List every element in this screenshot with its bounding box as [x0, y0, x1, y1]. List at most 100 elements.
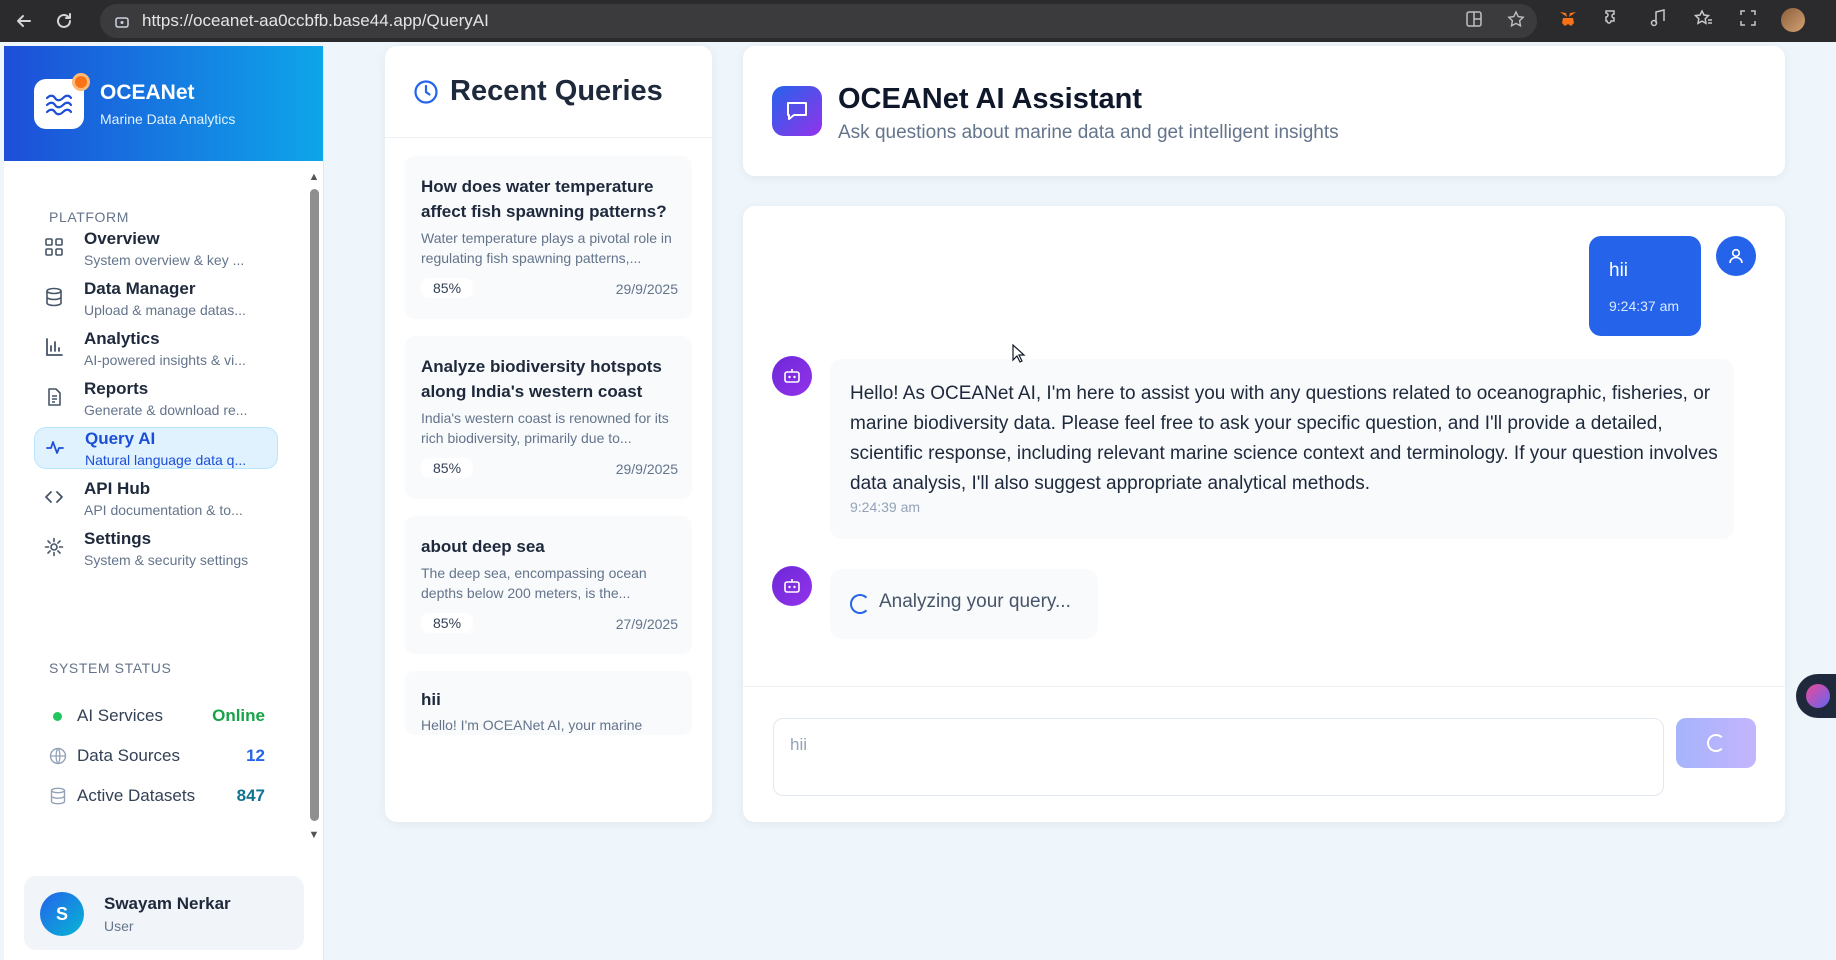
sidebar-item-query-ai[interactable]: Query AI Natural language data q... — [34, 427, 278, 469]
user-name: Swayam Nerkar — [104, 894, 231, 913]
scroll-up-icon[interactable]: ▲ — [308, 171, 320, 183]
chat-panel: hii 9:24:37 am Hello! As OCEANet AI, I'm… — [743, 206, 1785, 822]
screenshot-icon[interactable] — [1736, 8, 1760, 32]
grid-icon — [44, 237, 64, 257]
query-title: Analyze biodiversity hotspots along Indi… — [421, 357, 662, 401]
sidebar-item-data-manager[interactable]: Data Manager Upload & manage datas... — [34, 278, 278, 320]
query-snippet: Hello! I'm OCEANet AI, your marine — [421, 717, 643, 733]
mouse-cursor-icon — [1012, 344, 1026, 363]
recent-queries-header: Recent Queries — [385, 46, 712, 138]
sidebar-item-label: Settings — [84, 529, 152, 548]
query-title: about deep sea — [421, 537, 545, 556]
clock-icon — [413, 79, 439, 105]
query-card[interactable]: How does water temperature affect fish s… — [405, 156, 692, 319]
site-info-icon[interactable] — [114, 13, 130, 29]
confidence-badge: 85% — [421, 458, 474, 478]
sidebar-item-desc: System & security settings — [84, 552, 249, 568]
favorite-star-icon[interactable] — [1505, 10, 1527, 33]
sidebar-scroll-area: PLATFORM Overview System overview & key … — [4, 161, 316, 841]
chat-bubble-icon — [772, 86, 822, 136]
status-label: Active Datasets — [77, 786, 196, 805]
waves-logo-icon — [34, 72, 90, 129]
gear-icon — [44, 537, 64, 557]
status-value: 847 — [236, 786, 265, 805]
sidebar-item-overview[interactable]: Overview System overview & key ... — [34, 228, 278, 270]
extensions-icon[interactable] — [1601, 8, 1625, 32]
online-dot — [53, 712, 62, 721]
sidebar-item-label: Overview — [84, 229, 160, 248]
document-icon — [44, 387, 64, 407]
sidebar-item-desc: Generate & download re... — [84, 402, 248, 418]
sidebar-scrollbar[interactable]: ▲ ▼ — [308, 171, 320, 841]
sidebar: OCEANet Marine Data Analytics PLATFORM O… — [4, 46, 324, 960]
status-value: Online — [212, 706, 265, 725]
globe-icon — [49, 747, 67, 765]
back-arrow-icon[interactable] — [12, 9, 36, 33]
query-snippet: India's western coast is renowned for it… — [421, 410, 669, 446]
status-data-sources: Data Sources 12 — [49, 744, 265, 768]
thinking-text: Analyzing your query... — [879, 591, 1071, 612]
brain-icon — [1806, 684, 1830, 708]
sidebar-item-settings[interactable]: Settings System & security settings — [34, 528, 278, 570]
split-screen-icon[interactable] — [1463, 10, 1485, 33]
chat-input-box[interactable] — [773, 718, 1664, 796]
brand-subtitle: Marine Data Analytics — [100, 110, 236, 127]
scroll-thumb[interactable] — [310, 189, 319, 821]
brand-header[interactable]: OCEANet Marine Data Analytics — [4, 46, 323, 161]
status-label: Data Sources — [77, 746, 180, 765]
favorites-icon[interactable] — [1691, 8, 1715, 32]
sidebar-item-desc: Upload & manage datas... — [84, 302, 246, 318]
query-date: 27/9/2025 — [615, 616, 678, 632]
send-button[interactable] — [1676, 718, 1756, 768]
user-icon — [1716, 236, 1756, 276]
profile-avatar-icon[interactable] — [1781, 8, 1805, 32]
loading-spinner-icon — [1707, 734, 1725, 752]
sidebar-item-reports[interactable]: Reports Generate & download re... — [34, 378, 278, 420]
floating-assistant-button[interactable] — [1796, 674, 1836, 718]
sidebar-item-label: Reports — [84, 379, 149, 398]
query-title: How does water temperature affect fish s… — [421, 177, 667, 221]
reload-icon[interactable] — [52, 9, 76, 33]
query-snippet: The deep sea, encompassing ocean depths … — [421, 565, 647, 601]
status-active-datasets: Active Datasets 847 — [49, 784, 265, 808]
user-message-text: hii — [1609, 260, 1629, 281]
query-card[interactable]: about deep sea The deep sea, encompassin… — [405, 516, 692, 654]
media-control-icon[interactable] — [1646, 8, 1670, 32]
sidebar-item-api-hub[interactable]: API Hub API documentation & to... — [34, 478, 278, 520]
database-icon — [49, 787, 67, 805]
chat-input[interactable] — [790, 733, 1650, 757]
recent-queries-title: Recent Queries — [450, 75, 663, 107]
query-title: hii — [421, 690, 441, 709]
query-date: 29/9/2025 — [615, 461, 678, 477]
database-icon — [44, 287, 64, 307]
query-card[interactable]: hii Hello! I'm OCEANet AI, your marine — [405, 671, 692, 735]
sidebar-item-label: Data Manager — [84, 279, 196, 298]
confidence-badge: 85% — [421, 278, 474, 298]
sidebar-item-analytics[interactable]: Analytics AI-powered insights & vi... — [34, 328, 278, 370]
recent-queries-panel: Recent Queries How does water temperatur… — [385, 46, 712, 822]
loading-spinner-icon — [850, 594, 870, 614]
brand-title: OCEANet — [100, 80, 195, 104]
sidebar-item-desc: AI-powered insights & vi... — [84, 352, 246, 368]
user-profile-card[interactable]: S Swayam Nerkar User — [24, 876, 304, 950]
sidebar-item-desc: API documentation & to... — [84, 502, 243, 518]
assistant-subtitle: Ask questions about marine data and get … — [838, 122, 1339, 143]
bot-icon — [772, 356, 812, 396]
metamask-extension-icon[interactable] — [1556, 8, 1580, 32]
query-snippet: Water temperature plays a pivotal role i… — [421, 230, 672, 266]
query-card[interactable]: Analyze biodiversity hotspots along Indi… — [405, 336, 692, 499]
sidebar-item-label: API Hub — [84, 479, 151, 498]
address-bar[interactable]: https://oceanet-aa0ccbfb.base44.app/Quer… — [100, 4, 1537, 38]
confidence-badge: 85% — [421, 613, 474, 633]
divider — [743, 686, 1785, 687]
thinking-indicator: Analyzing your query... — [830, 569, 1098, 639]
code-icon — [44, 487, 64, 507]
activity-icon — [45, 437, 65, 457]
scroll-down-icon[interactable]: ▼ — [308, 829, 320, 841]
bot-message-bubble: Hello! As OCEANet AI, I'm here to assist… — [830, 359, 1734, 539]
bar-chart-icon — [44, 337, 64, 357]
browser-toolbar: https://oceanet-aa0ccbfb.base44.app/Quer… — [0, 0, 1836, 42]
sidebar-item-desc: System overview & key ... — [84, 252, 245, 268]
url-text[interactable]: https://oceanet-aa0ccbfb.base44.app/Quer… — [142, 11, 489, 31]
status-ai-services: AI Services Online — [49, 704, 265, 728]
